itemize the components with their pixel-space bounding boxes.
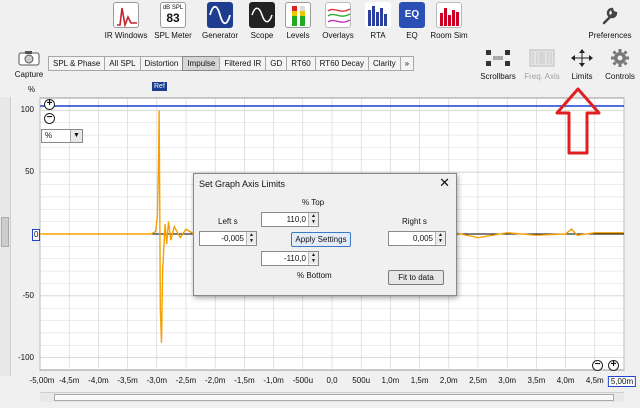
x-tick-label: 500u [352, 376, 371, 385]
vertical-scrollbar[interactable] [0, 97, 11, 376]
right-value: 0,005 [412, 234, 433, 243]
top-label: % Top [302, 198, 325, 207]
x-tick-label: 0,0 [326, 376, 338, 385]
zoom-out-y-icon[interactable]: − [44, 113, 55, 124]
bottom-spinbox[interactable]: -110,0 ▲ ▼ [261, 251, 319, 266]
x-tick-label: 1,5m [410, 376, 429, 385]
right-spin-arrows[interactable]: ▲ ▼ [435, 232, 445, 245]
zoom-in-y-icon[interactable]: + [44, 99, 55, 110]
zero-level-marker[interactable]: 0 [32, 229, 41, 241]
chevron-down-icon: ▼ [70, 130, 82, 142]
x-tick-label: -500u [292, 376, 314, 385]
zoom-out-x-icon[interactable]: − [592, 360, 603, 371]
bottom-label: % Bottom [297, 271, 332, 280]
x-tick-label: -1,0m [263, 376, 284, 385]
left-spin-arrows[interactable]: ▲ ▼ [246, 232, 256, 245]
x-tick-label: 3,5m [527, 376, 546, 385]
left-spinbox[interactable]: -0,005 ▲ ▼ [199, 231, 257, 246]
bottom-spin-arrows[interactable]: ▲ ▼ [308, 252, 318, 265]
x-tick-label: -2,5m [175, 376, 197, 385]
top-spin-arrows[interactable]: ▲ ▼ [308, 213, 318, 226]
x-tick-label: -2,0m [204, 376, 226, 385]
x-tick-label: -4,0m [88, 376, 109, 385]
left-value: -0,005 [221, 234, 244, 243]
x-tick-label: 1,0m [381, 376, 400, 385]
x-tick-label: -1,5m [234, 376, 255, 385]
dialog-title: Set Graph Axis Limits [199, 179, 286, 189]
bottom-value: -110,0 [283, 254, 306, 263]
left-label: Left s [218, 217, 238, 226]
fit-to-data-button[interactable]: Fit to data [388, 270, 444, 285]
right-label: Right s [402, 217, 427, 226]
y-unit-select[interactable]: % ▼ [41, 129, 83, 143]
zoom-in-x-icon[interactable]: + [608, 360, 619, 371]
top-value: 110,0 [286, 215, 306, 224]
x-tick-label: 2,5m [469, 376, 487, 385]
x-tick-label: 4,5m [585, 376, 604, 385]
right-spinbox[interactable]: 0,005 ▲ ▼ [388, 231, 446, 246]
x-tick-label: -5,00m [29, 376, 55, 385]
horizontal-scroll-thumb[interactable] [54, 394, 614, 401]
y-unit-select-value: % [45, 131, 53, 140]
x-tick-label: 3,0m [498, 376, 517, 385]
horizontal-scrollbar[interactable] [40, 392, 624, 402]
close-icon[interactable]: ✕ [439, 176, 450, 190]
vertical-scroll-thumb[interactable] [1, 217, 9, 247]
axis-limits-dialog: Set Graph Axis Limits ✕ % Top 110,0 ▲ ▼ L… [193, 173, 457, 296]
x-tick-label: 2,0m [439, 376, 458, 385]
x-tick-label: -4,5m [58, 376, 80, 385]
apply-settings-button[interactable]: Apply Settings [291, 232, 351, 247]
x-tick-label: -3,0m [146, 376, 168, 385]
x-tick-label[interactable]: 5,00m [607, 376, 637, 387]
x-tick-label: -3,5m [117, 376, 138, 385]
top-spinbox[interactable]: 110,0 ▲ ▼ [261, 212, 319, 227]
x-tick-label: 4,0m [556, 376, 575, 385]
